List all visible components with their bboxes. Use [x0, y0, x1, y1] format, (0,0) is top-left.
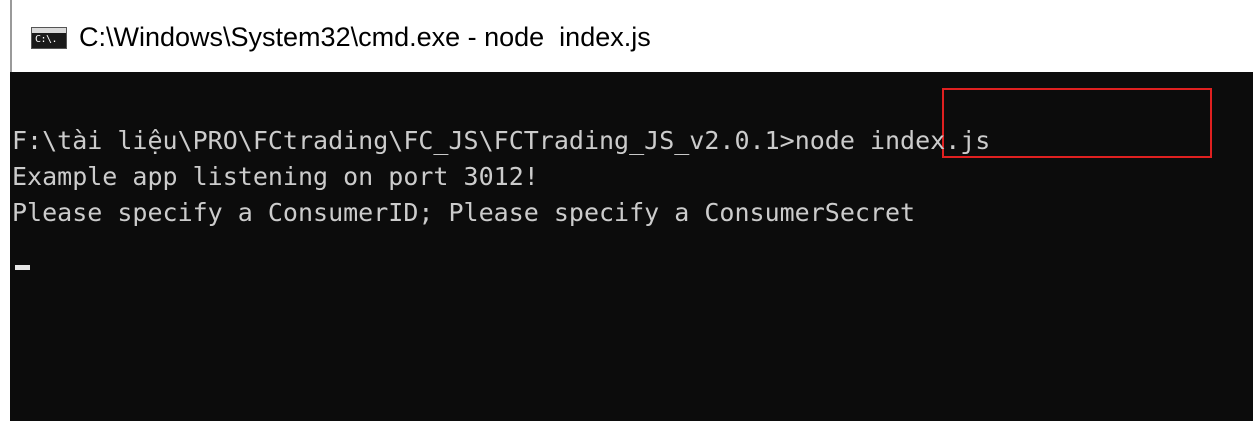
- console-output-line: Example app listening on port 3012!: [12, 162, 539, 191]
- cmd-icon-bar: [32, 28, 66, 33]
- window-title: C:\Windows\System32\cmd.exe - node index…: [79, 22, 651, 52]
- prompt-char: >: [779, 126, 795, 155]
- cmd-icon-label: C:\.: [35, 34, 58, 45]
- command-text: node index.js: [794, 126, 991, 155]
- cmd-icon[interactable]: C:\.: [31, 27, 67, 49]
- text-cursor: [15, 265, 30, 270]
- title-bar[interactable]: C:\. C:\Windows\System32\cmd.exe - node …: [0, 0, 1253, 72]
- console-line-command: F:\tài liệu\PRO\FCtrading\FC_JS\FCTradin…: [12, 124, 990, 158]
- cmd-window: C:\. C:\Windows\System32\cmd.exe - node …: [0, 0, 1253, 421]
- prompt-path: F:\tài liệu\PRO\FCtrading\FC_JS\FCTradin…: [12, 126, 780, 155]
- console-area[interactable]: F:\tài liệu\PRO\FCtrading\FC_JS\FCTradin…: [10, 72, 1253, 421]
- console-output-line: Please specify a ConsumerID; Please spec…: [12, 198, 916, 227]
